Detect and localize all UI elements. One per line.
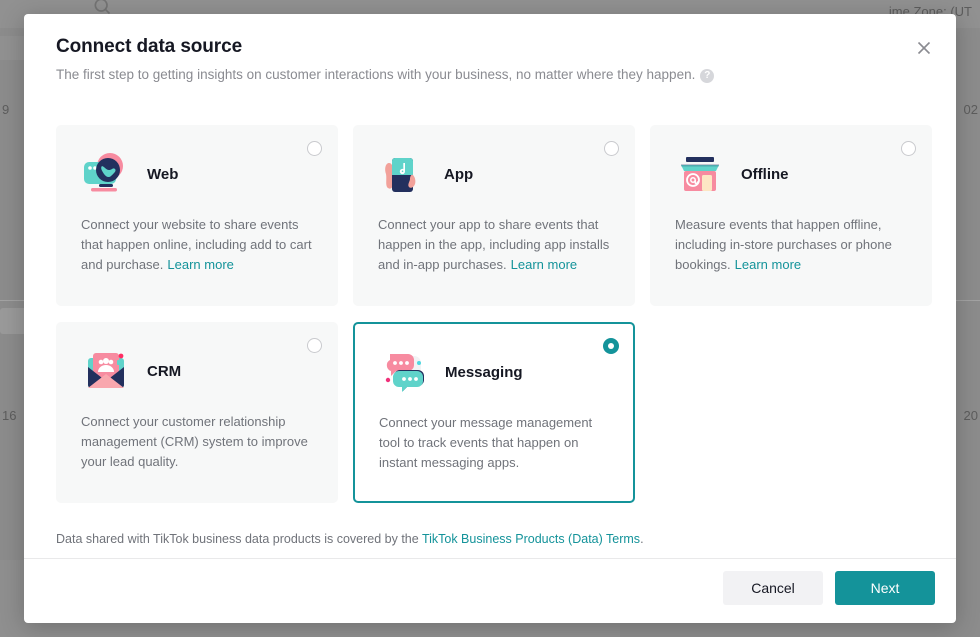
mobile-phone-hand-icon — [385, 158, 416, 192]
learn-more-link-offline[interactable]: Learn more — [735, 257, 801, 272]
footer-divider — [24, 558, 956, 559]
card-title-offline: Offline — [741, 165, 789, 183]
bg-right-value-bottom: 20 — [963, 408, 978, 423]
learn-more-link-app[interactable]: Learn more — [511, 257, 577, 272]
legal-note: Data shared with TikTok business data pr… — [56, 532, 644, 546]
radio-messaging[interactable] — [603, 338, 619, 354]
card-description-app: Connect your app to share events that ha… — [378, 215, 612, 275]
card-description-messaging: Connect your message management tool to … — [379, 413, 611, 473]
legal-note-suffix: . — [640, 532, 644, 546]
next-button[interactable]: Next — [835, 571, 935, 605]
data-source-card-app[interactable]: App Connect your app to share events tha… — [353, 125, 635, 306]
envelope-contacts-icon — [88, 353, 124, 388]
radio-web[interactable] — [307, 141, 322, 156]
storefront-icon — [681, 157, 719, 191]
help-circle-icon[interactable]: ? — [700, 69, 715, 83]
dialog-header: Connect data source The first step to ge… — [24, 14, 956, 110]
card-description-crm: Connect your customer relationship manag… — [81, 412, 315, 472]
connect-data-source-dialog: Connect data source The first step to ge… — [24, 14, 956, 623]
card-header-messaging: Messaging — [378, 346, 523, 398]
dialog-footer: Cancel Next — [723, 571, 935, 605]
close-icon[interactable] — [910, 34, 938, 62]
data-source-card-crm[interactable]: CRM Connect your customer relationship m… — [56, 322, 338, 503]
bg-right-value-top: 02 — [963, 102, 978, 117]
data-source-card-grid: Web Connect your website to share events… — [56, 125, 936, 503]
close-glyph — [917, 41, 931, 55]
card-description-offline: Measure events that happen offline, incl… — [675, 215, 909, 275]
tiktok-business-products-terms-link[interactable]: TikTok Business Products (Data) Terms — [422, 532, 640, 546]
dialog-subtitle: The first step to getting insights on cu… — [56, 67, 715, 83]
card-description-text-crm: Connect your customer relationship manag… — [81, 414, 308, 469]
web-browser-globe-icon — [84, 153, 123, 192]
radio-app[interactable] — [604, 141, 619, 156]
learn-more-link-web[interactable]: Learn more — [167, 257, 233, 272]
data-source-card-offline[interactable]: Offline Measure events that happen offli… — [650, 125, 932, 306]
card-title-app: App — [444, 165, 474, 183]
card-title-messaging: Messaging — [445, 363, 523, 381]
card-description-web: Connect your website to share events tha… — [81, 215, 315, 275]
card-header-app: App — [377, 148, 473, 200]
chat-bubbles-icon — [385, 354, 424, 392]
bg-left-value-top: 9 — [2, 102, 10, 117]
card-title-web: Web — [147, 165, 179, 183]
card-header-crm: CRM — [80, 345, 181, 397]
legal-note-prefix: Data shared with TikTok business data pr… — [56, 532, 422, 546]
card-header-offline: Offline — [674, 148, 789, 200]
data-source-card-messaging[interactable]: Messaging Connect your message managemen… — [353, 322, 635, 503]
radio-crm[interactable] — [307, 338, 322, 353]
card-title-crm: CRM — [147, 362, 182, 380]
data-source-card-web[interactable]: Web Connect your website to share events… — [56, 125, 338, 306]
cancel-button[interactable]: Cancel — [723, 571, 823, 605]
dialog-title: Connect data source — [56, 36, 243, 57]
card-header-web: Web — [80, 148, 178, 200]
radio-offline[interactable] — [901, 141, 916, 156]
card-description-text-messaging: Connect your message management tool to … — [379, 415, 593, 470]
dialog-subtitle-text: The first step to getting insights on cu… — [56, 67, 696, 82]
bg-left-value-bottom: 16 — [2, 408, 17, 423]
